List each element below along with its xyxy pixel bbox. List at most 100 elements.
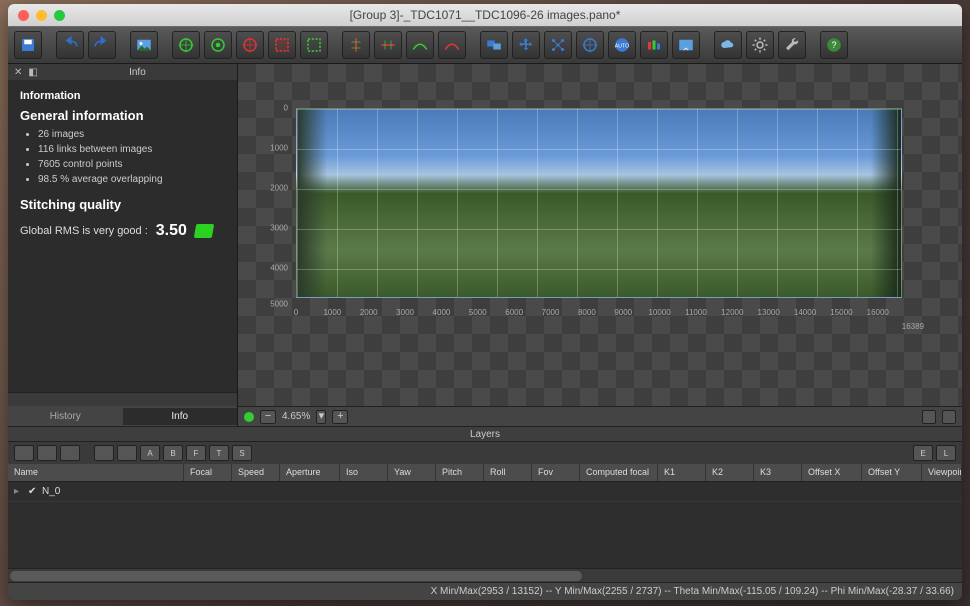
titlebar: [Group 3]-_TDC1071__TDC1096-26 images.pa… (8, 4, 962, 26)
zoom-out-button[interactable]: − (260, 410, 276, 424)
layer-letter-b[interactable]: B (163, 445, 183, 461)
view-mode-icon[interactable] (942, 410, 956, 424)
target-green-icon[interactable] (172, 31, 200, 59)
undo-icon[interactable] (56, 31, 84, 59)
col-speed[interactable]: Speed (232, 464, 280, 481)
zoom-stepper-icon[interactable]: ▾ (316, 410, 326, 424)
panel-scrollbar[interactable] (8, 392, 237, 406)
layer-tool-icon[interactable] (117, 445, 137, 461)
layers-toolbar: A B F T S E L (8, 442, 962, 464)
close-window-button[interactable] (18, 10, 29, 21)
layer-letter-s[interactable]: S (232, 445, 252, 461)
align-horiz-icon[interactable] (374, 31, 402, 59)
layers-h-scrollbar[interactable] (8, 568, 962, 582)
col-name[interactable]: Name (8, 464, 184, 481)
move-icon[interactable] (512, 31, 540, 59)
panel-popout-icon[interactable]: ◧ (28, 67, 37, 78)
auto-icon[interactable]: AUTO (608, 31, 636, 59)
target-green2-icon[interactable] (204, 31, 232, 59)
gear-icon[interactable] (746, 31, 774, 59)
info-bullet: 116 links between images (38, 142, 225, 157)
panel-bottom-tabs: History Info (8, 406, 237, 426)
layer-right-e[interactable]: E (913, 445, 933, 461)
layer-tool-icon[interactable] (94, 445, 114, 461)
layer-letter-a[interactable]: A (140, 445, 160, 461)
zoom-in-button[interactable]: + (332, 410, 348, 424)
general-info-heading: General information (20, 108, 225, 123)
curve-green-icon[interactable] (406, 31, 434, 59)
rms-value: 3.50 (156, 222, 187, 240)
tab-info[interactable]: Info (123, 408, 238, 425)
svg-text:?: ? (831, 40, 836, 50)
col-viewpoint[interactable]: Viewpoint c (922, 464, 962, 481)
app-window: [Group 3]-_TDC1071__TDC1096-26 images.pa… (8, 4, 962, 600)
zoom-value: 4.65% (282, 411, 310, 422)
help-icon[interactable]: ? (820, 31, 848, 59)
layers-table-header: Name Focal Speed Aperture Iso Yaw Pitch … (8, 464, 962, 482)
col-aperture[interactable]: Aperture (280, 464, 340, 481)
grid-toggle-icon[interactable] (922, 410, 936, 424)
info-panel: ✕ ◧ Info Information General information… (8, 64, 238, 426)
network-icon[interactable] (544, 31, 572, 59)
panel-titlebar: ✕ ◧ Info (8, 64, 237, 80)
curve-red-icon[interactable] (438, 31, 466, 59)
save-icon[interactable] (14, 31, 42, 59)
info-section-title: Information (20, 90, 225, 102)
screens-icon[interactable] (480, 31, 508, 59)
selection-red-icon[interactable] (268, 31, 296, 59)
info-bullet: 7605 control points (38, 157, 225, 172)
layer-tool-icon[interactable] (14, 445, 34, 461)
layers-header: Layers (8, 426, 962, 442)
col-yaw[interactable]: Yaw (388, 464, 436, 481)
main-area: ✕ ◧ Info Information General information… (8, 64, 962, 426)
col-k1[interactable]: K1 (658, 464, 706, 481)
col-fov[interactable]: Fov (532, 464, 580, 481)
ruler-y: 0 1000 2000 3000 4000 5000 (262, 108, 290, 308)
main-toolbar: AUTO ? (8, 26, 962, 64)
palette-icon[interactable] (640, 31, 668, 59)
layer-tool-icon[interactable] (37, 445, 57, 461)
wrench-icon[interactable] (778, 31, 806, 59)
info-bullet: 26 images (38, 127, 225, 142)
tab-history[interactable]: History (8, 408, 123, 425)
col-k2[interactable]: K2 (706, 464, 754, 481)
selection-green-icon[interactable] (300, 31, 328, 59)
col-focal[interactable]: Focal (184, 464, 232, 481)
col-offset-y[interactable]: Offset Y (862, 464, 922, 481)
rms-row: Global RMS is very good : 3.50 (20, 222, 225, 240)
layer-letter-f[interactable]: F (186, 445, 206, 461)
layers-table-body: ▸ ✔ N_0 (8, 482, 962, 568)
panorama-canvas[interactable]: 0 1000 2000 3000 4000 5000 0 1000 2000 3… (238, 64, 962, 406)
ruler-x-max: 16389 (902, 322, 924, 331)
row-name: N_0 (36, 486, 67, 497)
status-bar: X Min/Max(2953 / 13152) -- Y Min/Max(225… (8, 582, 962, 600)
general-info-list: 26 images 116 links between images 7605 … (20, 127, 225, 187)
cloud-icon[interactable] (714, 31, 742, 59)
panorama-image[interactable] (296, 108, 902, 298)
table-row[interactable]: ▸ ✔ N_0 (8, 482, 962, 502)
image-icon[interactable] (130, 31, 158, 59)
panel-close-icon[interactable]: ✕ (14, 67, 22, 78)
traffic-lights (8, 10, 65, 21)
panorama-grid-overlay (297, 109, 901, 297)
zoom-window-button[interactable] (54, 10, 65, 21)
col-roll[interactable]: Roll (484, 464, 532, 481)
row-checkbox[interactable]: ✔ (22, 486, 36, 497)
export-image-icon[interactable] (672, 31, 700, 59)
col-computed-focal[interactable]: Computed focal (580, 464, 658, 481)
info-bullet: 98.5 % average overlapping (38, 172, 225, 187)
col-pitch[interactable]: Pitch (436, 464, 484, 481)
col-offset-x[interactable]: Offset X (802, 464, 862, 481)
align-vert-icon[interactable] (342, 31, 370, 59)
col-iso[interactable]: Iso (340, 464, 388, 481)
layer-tool-icon[interactable] (60, 445, 80, 461)
col-k3[interactable]: K3 (754, 464, 802, 481)
layer-letter-t[interactable]: T (209, 445, 229, 461)
row-expand-icon[interactable]: ▸ (8, 486, 22, 497)
target-red-icon[interactable] (236, 31, 264, 59)
redo-icon[interactable] (88, 31, 116, 59)
layer-right-l[interactable]: L (936, 445, 956, 461)
minimize-window-button[interactable] (36, 10, 47, 21)
crosshair-blue-icon[interactable] (576, 31, 604, 59)
rms-label: Global RMS is very good : (20, 225, 148, 237)
